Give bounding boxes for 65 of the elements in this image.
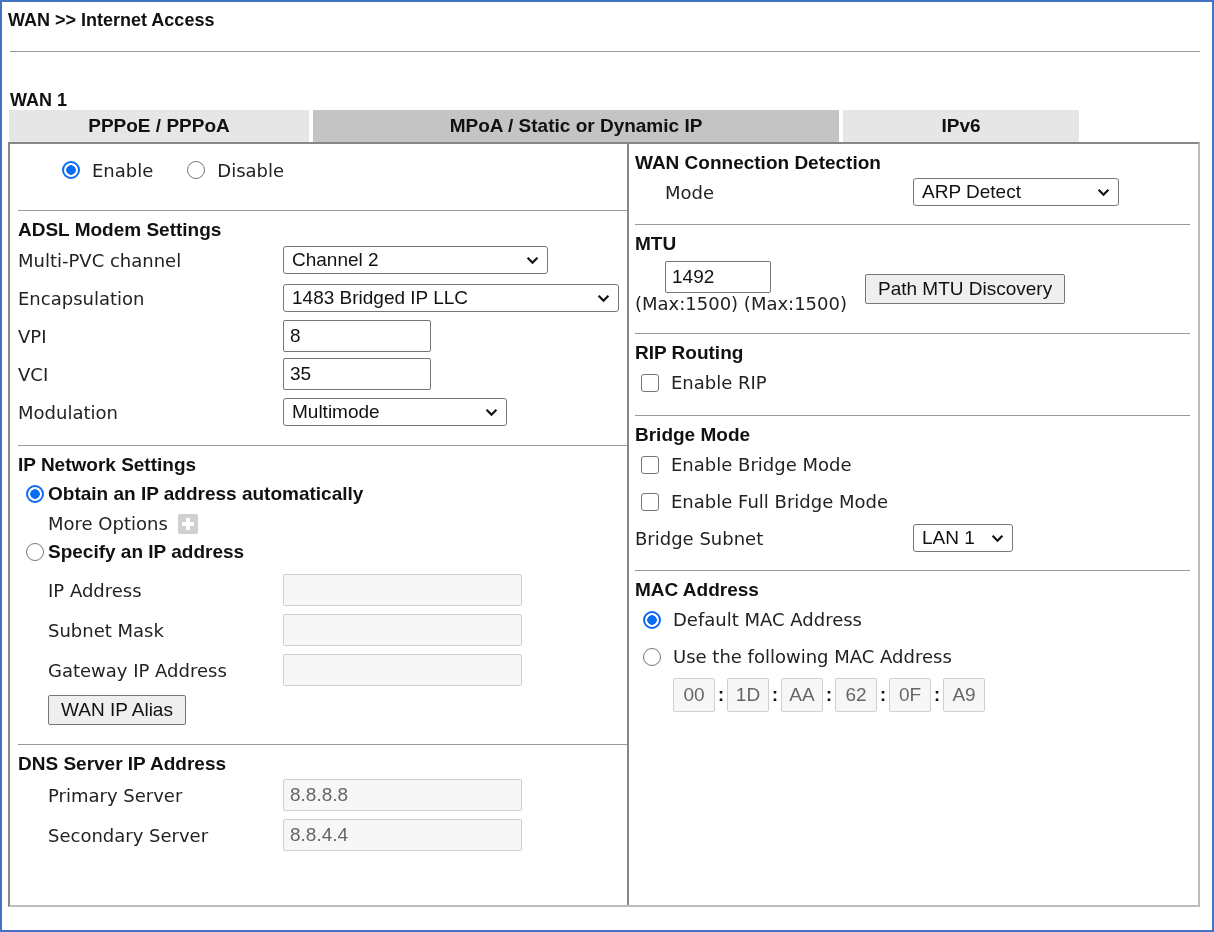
tab[interactable]: PPPoE / PPPoA: [9, 110, 309, 142]
dropdown[interactable]: ARP Detect: [913, 178, 1119, 206]
chevron-icon: [1097, 187, 1110, 197]
input-field[interactable]: 1492: [665, 260, 771, 293]
section-heading: IP Network Settings: [18, 453, 198, 476]
radio-button[interactable]: [643, 610, 661, 629]
section-heading: DNS Server IP Address: [18, 752, 228, 775]
separator: :: [772, 684, 778, 706]
checkbox-label: Enable Bridge Mode: [671, 454, 852, 475]
tab[interactable]: MPoA / Static or Dynamic IP: [313, 110, 839, 142]
field-label: Secondary Server: [48, 824, 210, 846]
radio-button[interactable]: [26, 543, 44, 561]
field-label: Primary Server: [48, 784, 184, 806]
chevron-icon: [991, 533, 1004, 543]
separator: :: [826, 684, 832, 706]
dropdown[interactable]: 1483 Bridged IP LLC: [283, 284, 619, 312]
section-heading: MAC Address: [635, 578, 760, 601]
input-field[interactable]: 35: [283, 358, 431, 390]
dropdown[interactable]: Multimode: [283, 398, 507, 426]
radio-label: Disable: [217, 159, 285, 181]
field-hint: (Max:1500) (Max:1500): [635, 292, 847, 314]
field-label: Multi-PVC channel: [18, 249, 183, 271]
wan-ip-alias-button[interactable]: WAN IP Alias: [48, 695, 186, 725]
radio-label: Default MAC Address: [673, 609, 862, 630]
field-label: Mode: [664, 181, 716, 203]
section-heading: MTU: [635, 232, 678, 255]
checkbox-label: Enable RIP: [671, 372, 767, 393]
field-label: Modulation: [18, 401, 119, 423]
section-heading: RIP Routing: [635, 341, 745, 364]
checkbox[interactable]: [641, 455, 659, 474]
chevron-icon: [526, 255, 539, 265]
field-label: Encapsulation: [18, 287, 146, 309]
radio-button[interactable]: [643, 647, 661, 666]
radio-button[interactable]: [26, 485, 44, 503]
field-label: Gateway IP Address: [48, 659, 228, 681]
radio-label: Use the following MAC Address: [673, 646, 952, 667]
input-field[interactable]: 8: [283, 320, 431, 352]
chevron-icon: [485, 407, 498, 417]
separator: :: [718, 684, 724, 706]
checkbox-label: Enable Full Bridge Mode: [671, 491, 888, 512]
radio-button[interactable]: [62, 161, 80, 179]
separator: :: [934, 684, 940, 706]
group-title: WAN 1: [9, 90, 68, 110]
field-label: VPI: [18, 325, 48, 347]
field-label: Subnet Mask: [48, 619, 165, 641]
section-heading: Bridge Mode: [635, 423, 752, 446]
path-mtu-discovery-button[interactable]: Path MTU Discovery: [865, 274, 1066, 304]
field-label: IP Address: [48, 579, 143, 601]
section-heading: ADSL Modem Settings: [18, 218, 223, 241]
radio-label: Obtain an IP address automatically: [48, 483, 364, 505]
checkbox[interactable]: [641, 373, 659, 392]
checkbox[interactable]: [641, 492, 659, 511]
link[interactable]: More Options: [48, 512, 168, 534]
field-label: VCI: [18, 363, 50, 385]
page-title: WAN >> Internet Access: [8, 10, 216, 32]
tab[interactable]: IPv6: [843, 110, 1079, 142]
separator: :: [880, 684, 886, 706]
section-heading: WAN Connection Detection: [635, 151, 882, 174]
radio-button[interactable]: [187, 161, 206, 179]
dropdown[interactable]: LAN 1: [913, 524, 1013, 552]
radio-label: Specify an IP address: [48, 541, 245, 563]
radio-label: Enable: [92, 159, 154, 181]
chevron-icon: [597, 293, 610, 303]
field-label: Bridge Subnet: [635, 527, 765, 549]
dropdown[interactable]: Channel 2: [283, 246, 548, 274]
